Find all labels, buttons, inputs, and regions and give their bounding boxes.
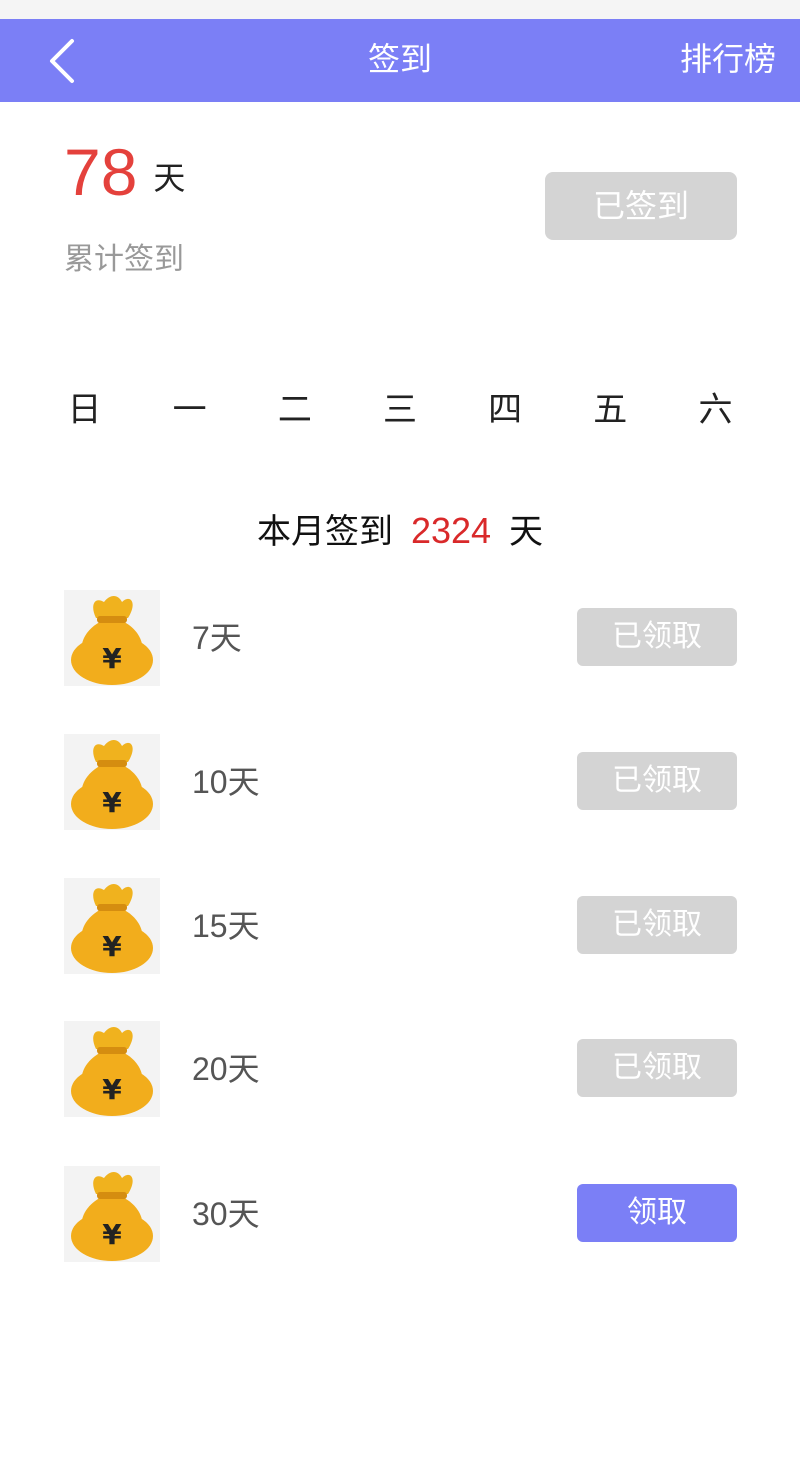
money-bag-icon: ¥ bbox=[64, 878, 160, 974]
checkin-button[interactable]: 已签到 bbox=[545, 172, 737, 240]
claim-button[interactable]: 已领取 bbox=[577, 752, 737, 810]
status-bar bbox=[0, 0, 800, 19]
claim-button[interactable]: 已领取 bbox=[577, 1039, 737, 1097]
total-checkin-days: 78 天 bbox=[64, 134, 185, 210]
reward-days: 10天 bbox=[192, 764, 260, 800]
reward-days: 7天 bbox=[192, 620, 242, 656]
reward-row: ¥ 10天 已领取 bbox=[0, 734, 800, 830]
reward-days: 20天 bbox=[192, 1051, 260, 1087]
claim-button-active[interactable]: 领取 bbox=[577, 1184, 737, 1242]
svg-text:¥: ¥ bbox=[102, 1073, 122, 1106]
weekday-wed: 三 bbox=[382, 390, 417, 430]
svg-text:¥: ¥ bbox=[102, 786, 122, 819]
reward-days: 15天 bbox=[192, 908, 260, 944]
money-bag-icon: ¥ bbox=[64, 1166, 160, 1262]
reward-row: ¥ 20天 已领取 bbox=[0, 1021, 800, 1117]
weekday-sun: 日 bbox=[67, 390, 102, 430]
month-count: 2324 bbox=[410, 510, 492, 551]
month-checkin-summary: 本月签到 2324 天 bbox=[0, 508, 800, 555]
weekday-fri: 五 bbox=[593, 390, 628, 430]
month-suffix: 天 bbox=[509, 512, 544, 552]
top-nav-bar: 签到 排行榜 bbox=[0, 19, 800, 102]
svg-text:¥: ¥ bbox=[102, 930, 122, 963]
claim-button[interactable]: 已领取 bbox=[577, 608, 737, 666]
money-bag-icon: ¥ bbox=[64, 734, 160, 830]
weekday-mon: 一 bbox=[172, 390, 207, 430]
ranking-button[interactable]: 排行榜 bbox=[680, 39, 776, 79]
weekday-sat: 六 bbox=[698, 390, 733, 430]
weekday-tue: 二 bbox=[277, 390, 312, 430]
money-bag-icon: ¥ bbox=[64, 1021, 160, 1117]
total-days-number: 78 bbox=[64, 135, 138, 209]
svg-text:¥: ¥ bbox=[102, 1218, 122, 1251]
total-days-unit: 天 bbox=[153, 159, 186, 197]
svg-text:¥: ¥ bbox=[102, 642, 122, 675]
reward-days: 30天 bbox=[192, 1196, 260, 1232]
reward-row: ¥ 30天 领取 bbox=[0, 1166, 800, 1262]
reward-row: ¥ 7天 已领取 bbox=[0, 590, 800, 686]
total-checkin-label: 累计签到 bbox=[64, 242, 184, 277]
weekday-thu: 四 bbox=[488, 390, 523, 430]
weekday-header: 日 一 二 三 四 五 六 bbox=[32, 386, 768, 434]
claim-button[interactable]: 已领取 bbox=[577, 896, 737, 954]
reward-row: ¥ 15天 已领取 bbox=[0, 878, 800, 974]
month-prefix: 本月签到 bbox=[256, 512, 393, 552]
money-bag-icon: ¥ bbox=[64, 590, 160, 686]
